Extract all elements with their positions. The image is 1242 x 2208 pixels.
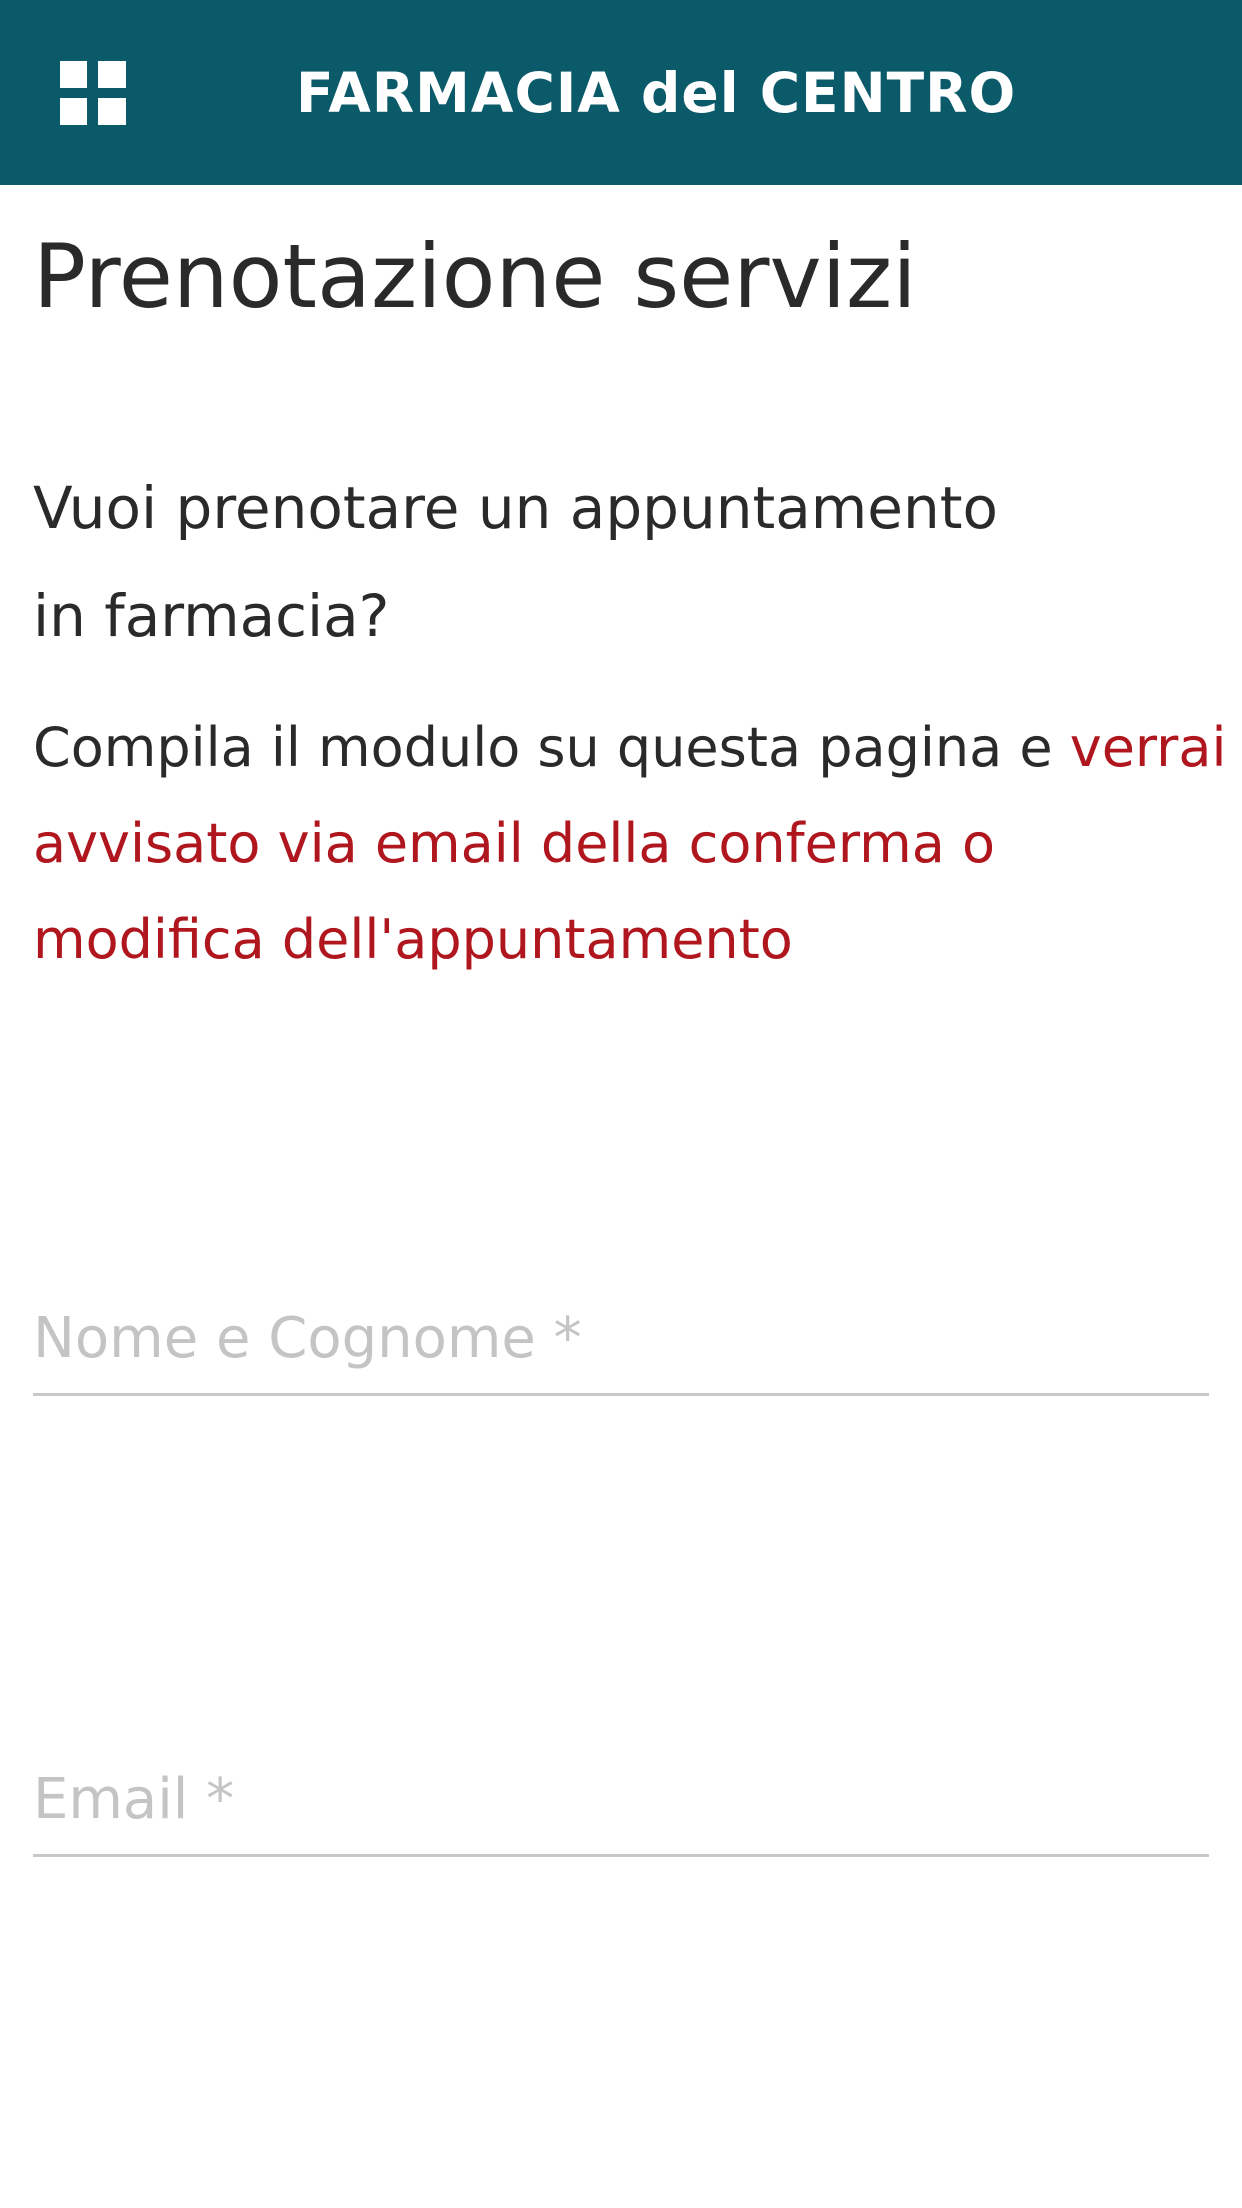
intro-question: Vuoi prenotare un appuntamento in farmac… — [33, 454, 1133, 670]
info-text-highlight: avvisato via email della conferma o — [33, 812, 996, 875]
info-text-normal: Compila il modulo su questa pagina e — [33, 716, 1070, 779]
info-text: Compila il modulo su questa pagina e ver… — [33, 700, 1226, 988]
email-field — [33, 1747, 1209, 1857]
app-screen: FARMACIA del CENTRO Prenotazione servizi… — [0, 0, 1242, 2208]
grid-menu-icon[interactable] — [60, 61, 126, 125]
intro-question-line: in farmacia? — [33, 582, 390, 650]
intro-question-line: Vuoi prenotare un appuntamento — [33, 474, 998, 542]
header-bar: FARMACIA del CENTRO — [0, 0, 1242, 185]
grid-square-icon — [98, 98, 126, 125]
page-title: Prenotazione servizi — [33, 225, 917, 328]
name-input[interactable] — [33, 1303, 1209, 1373]
name-field — [33, 1286, 1209, 1396]
info-line: Compila il modulo su questa pagina e ver… — [33, 700, 1226, 796]
grid-square-icon — [60, 98, 87, 125]
grid-square-icon — [60, 61, 87, 88]
info-text-highlight: verrai — [1069, 716, 1227, 779]
email-input[interactable] — [33, 1764, 1209, 1834]
grid-square-icon — [98, 61, 126, 88]
info-text-highlight: modifica dell'appuntamento — [33, 908, 793, 971]
brand-title[interactable]: FARMACIA del CENTRO — [296, 58, 1016, 128]
